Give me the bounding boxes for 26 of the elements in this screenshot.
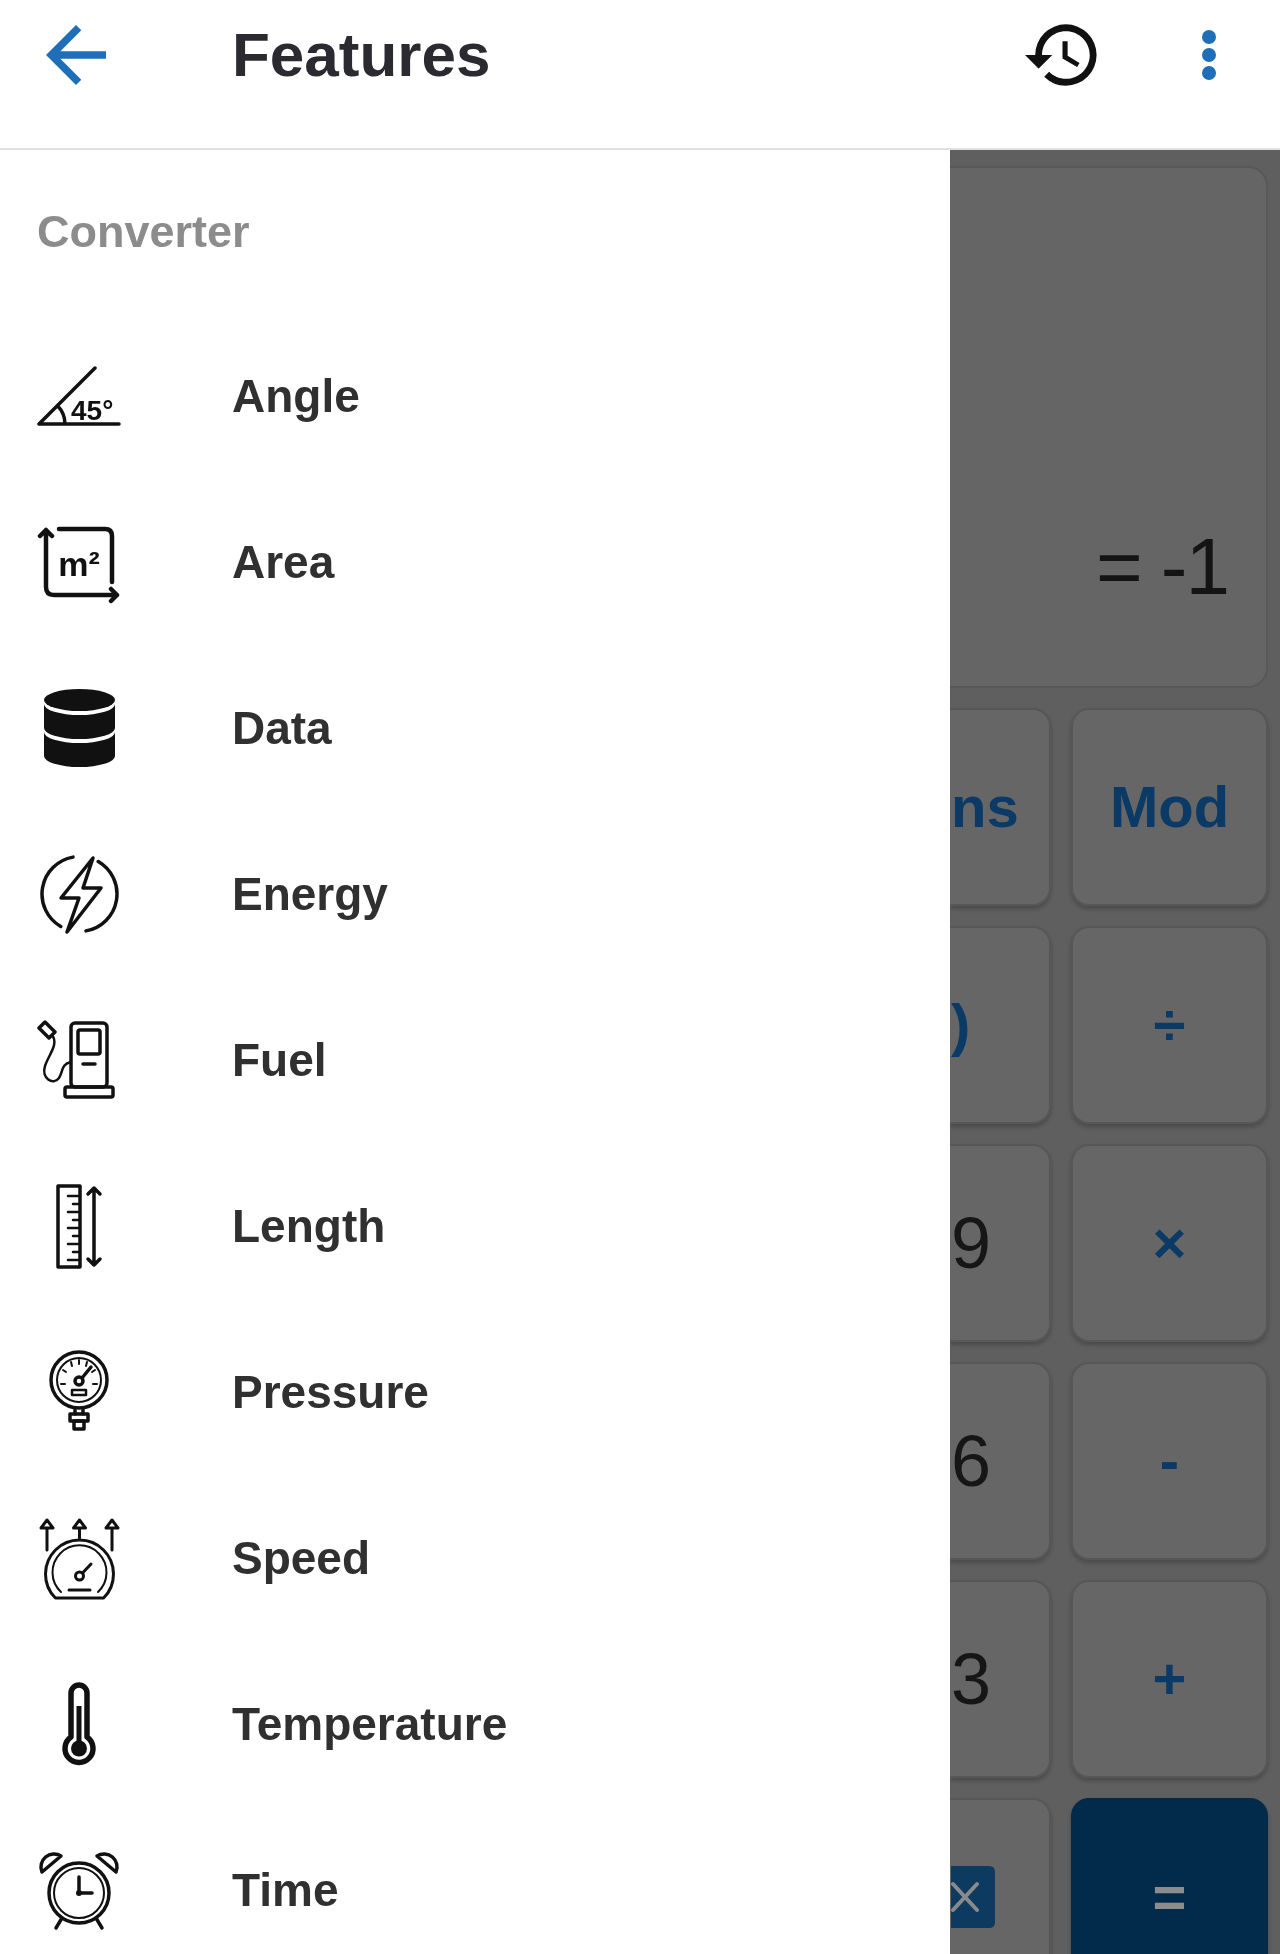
converter-menu-item[interactable]: 45° Angle — [0, 313, 950, 479]
converter-menu-item[interactable]: m² Area — [0, 479, 950, 645]
converter-menu-item[interactable]: Length — [0, 1143, 950, 1309]
converter-menu-item[interactable]: Pressure — [0, 1309, 950, 1475]
digit-key[interactable]: 9 — [950, 1144, 1051, 1342]
cross-square-icon — [951, 1866, 995, 1928]
converter-menu-item[interactable]: Energy — [0, 811, 950, 977]
equals-key[interactable]: = — [1071, 1798, 1268, 1954]
history-icon[interactable] — [1025, 24, 1100, 86]
database-icon — [43, 688, 115, 768]
ruler-icon — [55, 1183, 103, 1269]
back-arrow-icon[interactable] — [46, 25, 106, 85]
page-title: Features — [232, 24, 491, 86]
converter-menu-item[interactable]: Data — [0, 645, 950, 811]
result-text: = -1 — [1095, 527, 1228, 607]
section-heading: Converter — [37, 209, 250, 254]
pressure-gauge-icon — [47, 1350, 111, 1434]
speedometer-icon — [38, 1516, 120, 1600]
digit-key[interactable]: 3 — [950, 1580, 1051, 1778]
converter-menu-item[interactable]: Fuel — [0, 977, 950, 1143]
converter-menu-item[interactable]: Time — [0, 1807, 950, 1954]
digit-key[interactable]: 6 — [950, 1362, 1051, 1560]
lightning-icon — [38, 852, 120, 936]
converter-menu-item[interactable]: Speed — [0, 1475, 950, 1641]
converter-menu-item[interactable]: Temperature — [0, 1641, 950, 1807]
more-menu-icon[interactable] — [1201, 29, 1217, 81]
